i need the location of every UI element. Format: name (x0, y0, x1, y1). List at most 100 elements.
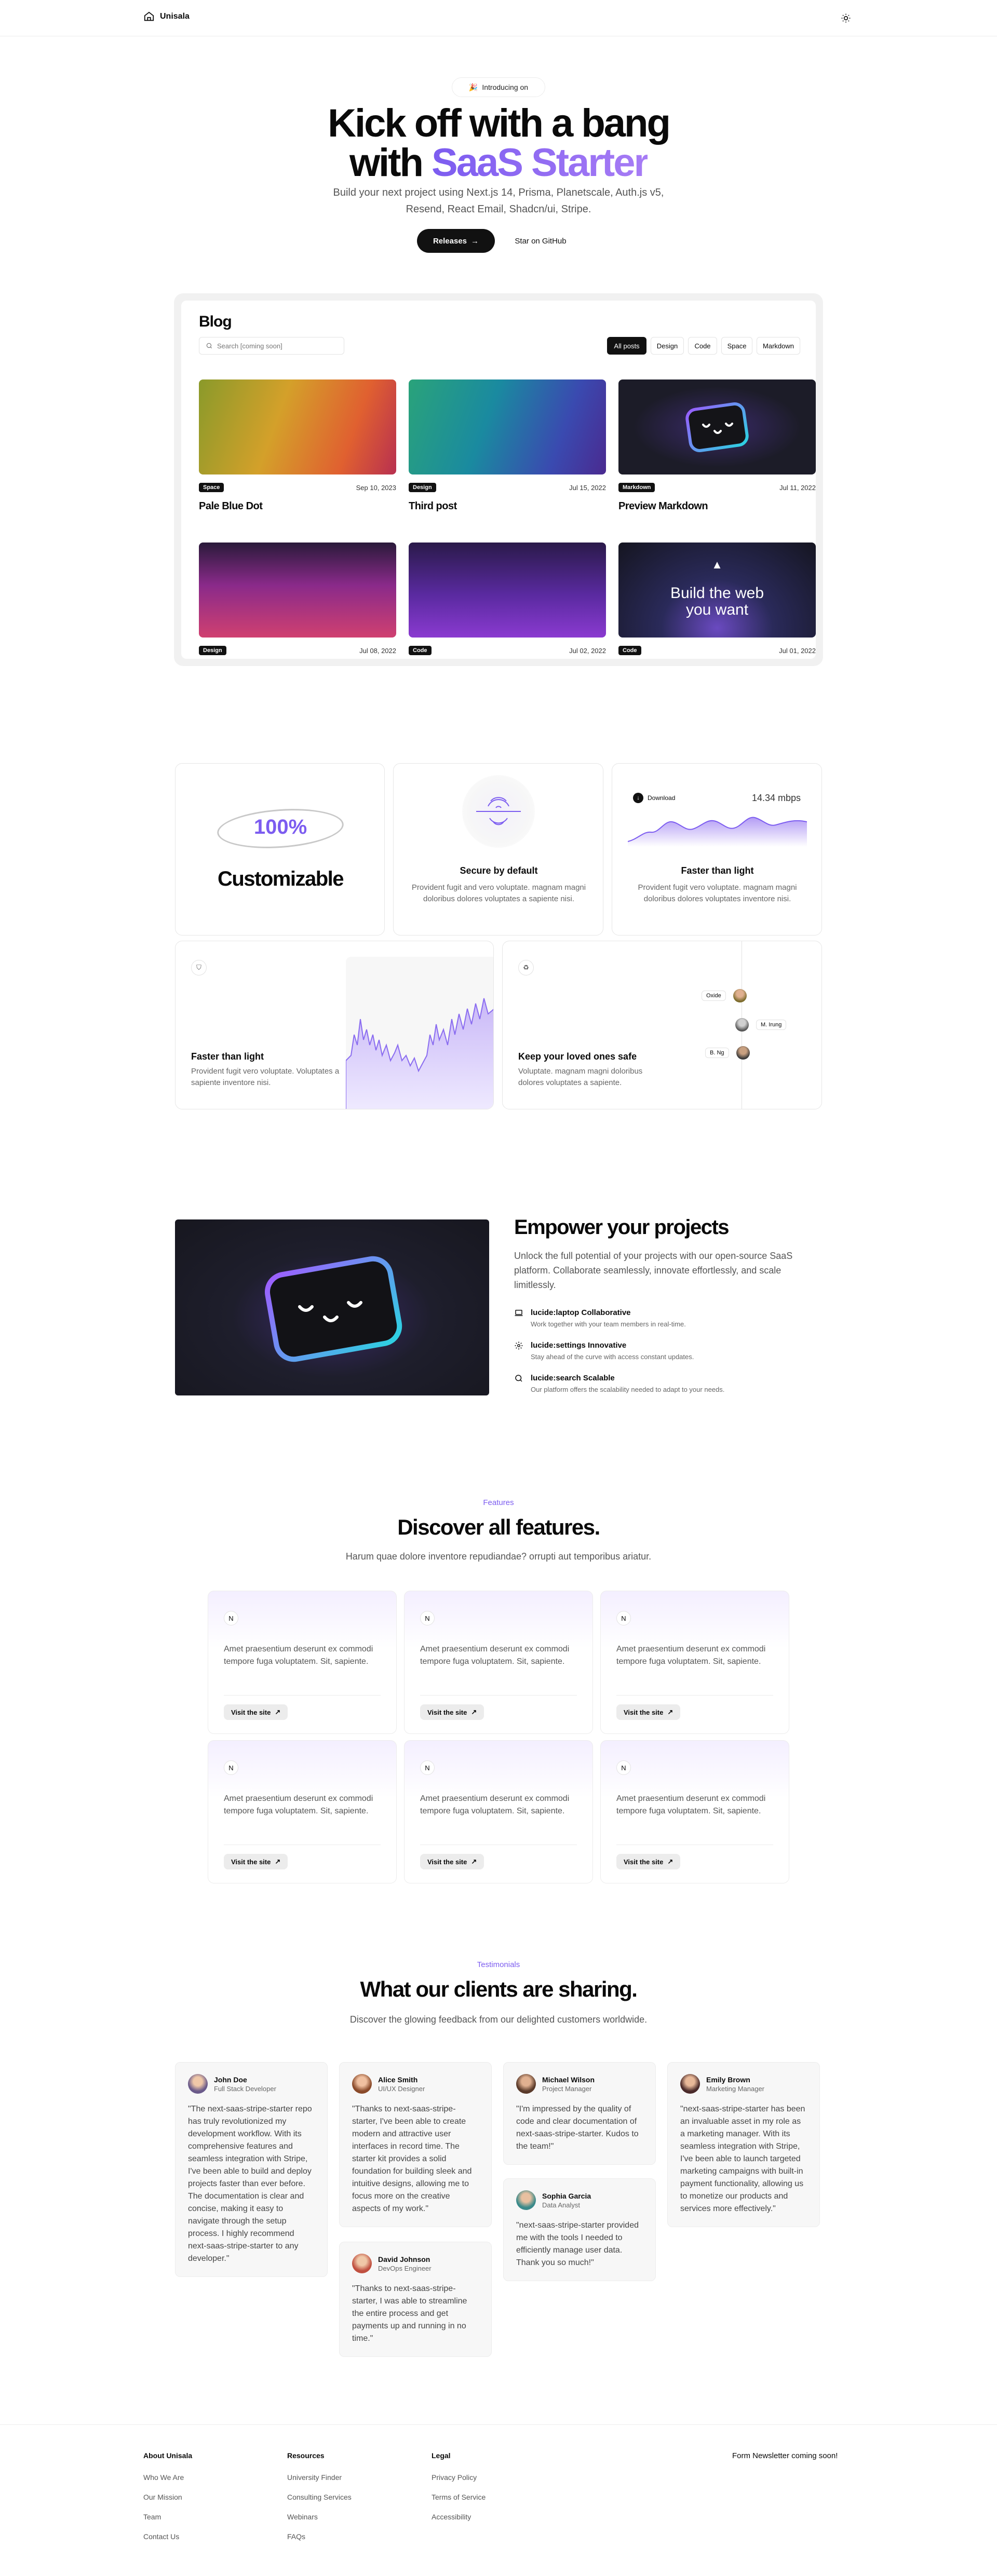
visit-site-label: Visit the site (624, 1858, 664, 1866)
github-button[interactable]: Star on GitHub (502, 229, 580, 253)
blog-card-title: Third post (409, 500, 457, 512)
hero-subtitle: Build your next project using Next.js 14… (333, 187, 664, 215)
filter-code[interactable]: Code (688, 337, 717, 355)
secure-title: Secure by default (460, 865, 538, 876)
footer-link[interactable]: Consulting Services (287, 2493, 352, 2501)
visit-site-button[interactable]: Visit the site ↗ (616, 1704, 681, 1720)
releases-label: Releases (433, 236, 467, 246)
visit-site-label: Visit the site (624, 1708, 664, 1716)
blog-card[interactable]: Design Jul 15, 2022 Third post (409, 379, 606, 512)
filter-all-posts[interactable]: All posts (607, 337, 646, 355)
blog-search-input[interactable]: Search [coming soon] (199, 337, 344, 355)
visit-site-button[interactable]: Visit the site ↗ (420, 1854, 484, 1869)
blog-card[interactable]: Space Sep 10, 2023 Pale Blue Dot (199, 379, 396, 512)
avatar (735, 1018, 749, 1032)
brand-logo[interactable]: Unisala (143, 11, 190, 22)
testimonial-role: Marketing Manager (706, 2084, 764, 2093)
secure-desc: Provident fugit and vero voluptate. magn… (411, 883, 586, 903)
avatar (736, 1046, 750, 1060)
blog-preview-frame: Blog Search [coming soon] All posts Desi… (174, 293, 823, 666)
laptop-icon (515, 1310, 523, 1316)
blog-card[interactable]: Code Jul 02, 2022 (409, 543, 606, 655)
filter-space[interactable]: Space (721, 337, 752, 355)
testimonial-card: Michael Wilson Project Manager "I'm impre… (503, 2062, 656, 2165)
arrow-up-right-icon: ↗ (667, 1858, 673, 1865)
feature-card: N Amet praesentium deserunt ex commodi te… (600, 1740, 789, 1883)
fast-desc: Provident fugit vero voluptate. Voluptat… (191, 1067, 340, 1087)
blog-card-tag: Code (409, 646, 432, 655)
blog-card[interactable]: Design Jul 08, 2022 (199, 543, 396, 655)
download-speed: 14.34 mbps (751, 793, 801, 803)
blog-card-image (618, 379, 816, 474)
footer-link[interactable]: Terms of Service (432, 2493, 486, 2501)
testimonial-card: Emily Brown Marketing Manager "next-saas-… (667, 2062, 820, 2227)
testimonial-role: Data Analyst (542, 2201, 580, 2209)
testimonial-card: Alice Smith UI/UX Designer "Thanks to nex… (339, 2062, 492, 2227)
recycle-icon: ♻ (518, 960, 534, 975)
sun-icon (841, 13, 851, 23)
activity-chart (345, 998, 493, 1109)
hero-title-line1: Kick off with a bang (328, 101, 671, 145)
feature-desc: Stay ahead of the curve with access cons… (531, 1353, 694, 1361)
empower-image (175, 1219, 489, 1395)
blog-card-date: Jul 01, 2022 (779, 646, 816, 655)
safe-title: Keep your loved ones safe (518, 1051, 637, 1062)
download-icon: ↓ (633, 793, 643, 803)
filter-markdown[interactable]: Markdown (757, 337, 800, 355)
feature-card-text: Amet praesentium deserunt ex commodi tem… (224, 1794, 373, 1815)
testimonial-role: UI/UX Designer (378, 2084, 425, 2093)
blog-card-title: Preview Markdown (618, 500, 708, 512)
releases-button[interactable]: Releases → (417, 229, 495, 253)
theme-toggle-button[interactable] (839, 11, 853, 25)
feature-card-text: Amet praesentium deserunt ex commodi tem… (616, 1645, 766, 1666)
visit-site-button[interactable]: Visit the site ↗ (420, 1704, 484, 1720)
feature-desc: Work together with your team members in … (531, 1320, 686, 1328)
arrow-up-right-icon: ↗ (275, 1708, 281, 1716)
footer-link[interactable]: Who We Are (143, 2473, 192, 2482)
testimonials-title: What our clients are sharing. (360, 1977, 638, 2001)
nextjs-icon: N (616, 1611, 631, 1625)
blog-card-date: Jul 11, 2022 (779, 483, 816, 492)
bento-download-speed: ↓ Download 14.34 mbps Faster than light … (612, 763, 822, 936)
avatar (352, 2074, 372, 2094)
blog-card-tag: Design (409, 483, 436, 492)
footer-col-about: About Unisala Who We Are Our Mission Tea… (143, 2451, 192, 2552)
nextjs-icon: N (224, 1611, 238, 1625)
fingerprint-icon (462, 775, 535, 848)
hero-title-highlight: SaaS Starter (432, 141, 649, 185)
footer-link[interactable]: Accessibility (432, 2513, 486, 2521)
footer-link[interactable]: Contact Us (143, 2532, 192, 2541)
feature-card: N Amet praesentium deserunt ex commodi te… (404, 1591, 593, 1734)
visit-site-button[interactable]: Visit the site ↗ (616, 1854, 681, 1869)
blog-card[interactable]: Markdown Jul 11, 2022 Preview Markdown (618, 379, 816, 512)
footer-link[interactable]: Privacy Policy (432, 2473, 486, 2482)
footer-col-resources: Resources University Finder Consulting S… (287, 2451, 352, 2552)
feature-card: N Amet praesentium deserunt ex commodi te… (404, 1740, 593, 1883)
footer-link[interactable]: FAQs (287, 2532, 352, 2541)
visit-site-button[interactable]: Visit the site ↗ (224, 1704, 288, 1720)
footer-link[interactable]: Team (143, 2513, 192, 2521)
testimonial-name: Michael Wilson (542, 2075, 595, 2084)
blog-card-date: Jul 08, 2022 (359, 646, 396, 655)
testimonial-name: Emily Brown (706, 2075, 750, 2084)
testimonial-quote: "next-saas-stripe-starter provided me wi… (516, 2221, 639, 2267)
empower-text: Unlock the full potential of your projec… (514, 1251, 793, 1290)
smiley-screen-icon (685, 402, 749, 452)
intro-badge[interactable]: 🎉 Introducing on (452, 77, 545, 97)
visit-site-button[interactable]: Visit the site ↗ (224, 1854, 288, 1869)
blog-preview: Blog Search [coming soon] All posts Desi… (181, 301, 816, 659)
footer-link[interactable]: Webinars (287, 2513, 352, 2521)
testimonial-quote: "Thanks to next-saas-stripe-starter, I'v… (352, 2105, 472, 2213)
testimonial-quote: "Thanks to next-saas-stripe-starter, I w… (352, 2284, 467, 2343)
shield-icon: ⛉ (191, 960, 207, 975)
footer-link[interactable]: University Finder (287, 2473, 352, 2482)
blog-card-tag: Code (618, 646, 641, 655)
arrow-up-right-icon: ↗ (275, 1858, 281, 1865)
filter-design[interactable]: Design (651, 337, 684, 355)
blog-card[interactable]: ▲ Build the web you want Code Jul 01, 202… (618, 543, 816, 655)
hero-title: Kick off with a bang with SaaS Starter (239, 104, 758, 183)
fast-title: Faster than light (191, 1051, 264, 1062)
site-header: Unisala (0, 0, 997, 36)
footer-link[interactable]: Our Mission (143, 2493, 192, 2501)
feature-card: N Amet praesentium deserunt ex commodi te… (600, 1591, 789, 1734)
